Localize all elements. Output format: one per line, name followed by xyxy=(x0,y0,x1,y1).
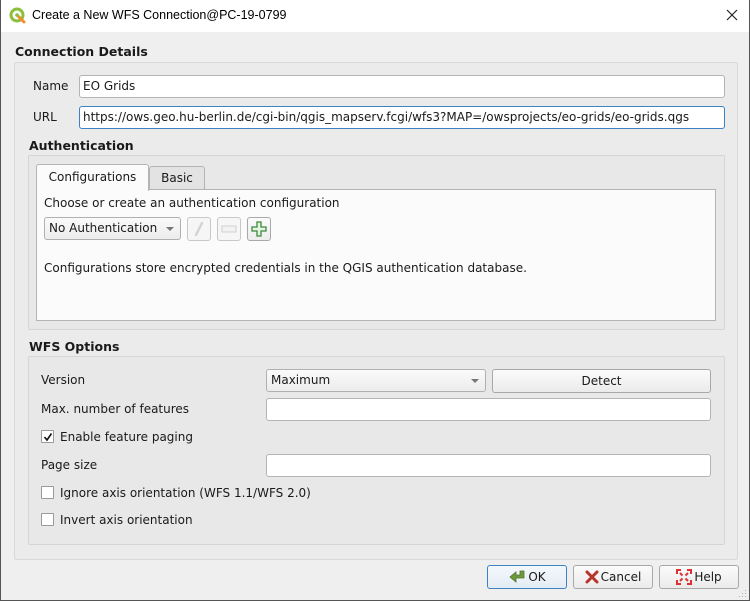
name-label: Name xyxy=(33,79,69,93)
auth-instruction: Choose or create an authentication confi… xyxy=(44,196,340,210)
add-plus-icon xyxy=(251,221,267,237)
detect-button[interactable]: Detect xyxy=(492,369,711,393)
edit-pencil-icon xyxy=(194,222,204,236)
enable-paging-checkbox[interactable] xyxy=(41,430,54,443)
chevron-down-icon xyxy=(471,379,479,383)
tab-configurations[interactable]: Configurations xyxy=(36,164,149,191)
tab-basic[interactable]: Basic xyxy=(149,166,205,190)
remove-minus-icon xyxy=(221,225,237,233)
qgis-logo-icon xyxy=(9,7,26,24)
auth-config-select[interactable]: No Authentication xyxy=(44,217,181,240)
resize-grip-icon[interactable] xyxy=(737,588,747,598)
auth-info-text: Configurations store encrypted credentia… xyxy=(44,261,527,275)
invert-axis-checkbox[interactable] xyxy=(41,513,54,526)
version-label: Version xyxy=(41,373,86,387)
help-button-label: Help xyxy=(694,570,722,584)
page-size-label: Page size xyxy=(41,458,98,472)
wfs-options-title: WFS Options xyxy=(29,339,120,354)
max-features-label: Max. number of features xyxy=(41,402,190,416)
cancel-button[interactable]: Cancel xyxy=(573,565,653,589)
help-button[interactable]: Help xyxy=(659,565,739,589)
ok-button-label: OK xyxy=(528,570,546,584)
connection-details-title: Connection Details xyxy=(15,44,148,59)
version-select[interactable]: Maximum xyxy=(266,369,486,392)
ok-button[interactable]: OK xyxy=(487,565,567,589)
cancel-x-icon xyxy=(585,570,599,584)
auth-config-select-value: No Authentication xyxy=(49,221,158,235)
add-config-button[interactable] xyxy=(247,217,271,241)
invert-axis-label: Invert axis orientation xyxy=(60,513,193,527)
chevron-down-icon xyxy=(166,227,174,231)
edit-config-button[interactable] xyxy=(187,217,211,241)
remove-config-button[interactable] xyxy=(217,217,241,241)
dialog-body: Connection Details Name EO Grids URL htt… xyxy=(0,32,750,601)
cancel-button-label: Cancel xyxy=(600,570,642,584)
close-button[interactable] xyxy=(721,4,743,26)
name-input[interactable]: EO Grids xyxy=(79,75,725,98)
page-size-input[interactable] xyxy=(266,454,711,477)
authentication-title: Authentication xyxy=(29,138,134,153)
url-input[interactable]: https://ows.geo.hu-berlin.de/cgi-bin/qgi… xyxy=(79,106,725,129)
window-titlebar: Create a New WFS Connection@PC-19-0799 xyxy=(0,0,750,32)
window-title: Create a New WFS Connection@PC-19-0799 xyxy=(32,8,287,22)
ignore-axis-label: Ignore axis orientation (WFS 1.1/WFS 2.0… xyxy=(60,486,311,500)
enable-paging-label: Enable feature paging xyxy=(60,430,193,444)
max-features-input[interactable] xyxy=(266,398,711,421)
ignore-axis-checkbox[interactable] xyxy=(41,486,54,499)
url-label: URL xyxy=(33,110,57,124)
version-select-value: Maximum xyxy=(271,373,331,387)
close-icon xyxy=(726,9,738,21)
ok-check-arrow-icon xyxy=(509,570,525,583)
checkmark-icon xyxy=(43,432,52,441)
help-lifebuoy-icon xyxy=(676,569,693,585)
